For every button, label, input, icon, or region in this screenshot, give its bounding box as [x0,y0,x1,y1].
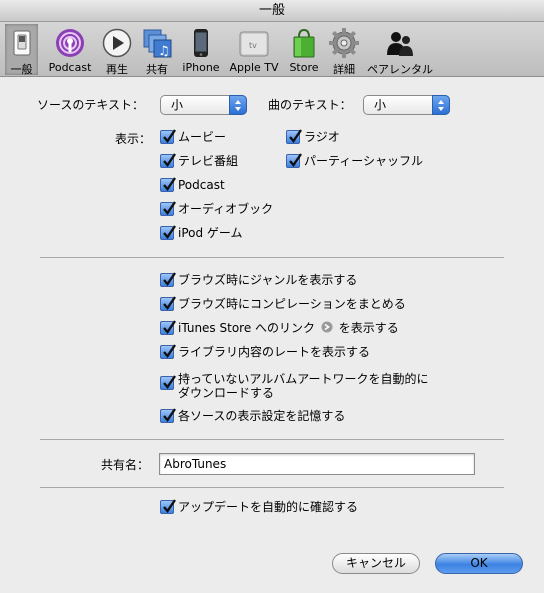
store-links-label: iTunes Store へのリンク を表示する [178,321,399,335]
show-radio-label: ラジオ [304,130,340,144]
separator [40,487,504,488]
auto-update-label: アップデートを自動的に確認する [178,500,359,514]
show-ipod-games-label: iPod ゲーム [178,226,243,240]
sharing-icon: ♫ [143,29,172,58]
browse-compilation-label: ブラウズ時にコンピレーションをまとめる [178,297,406,311]
toolbar-general[interactable]: 一般 [5,24,38,76]
auto-artwork-label-line2: ダウンロードする [178,386,275,400]
show-podcast-label: Podcast [178,178,225,192]
toolbar-advanced[interactable]: 詳細 [326,24,362,76]
toolbar-label: 一般 [10,63,33,76]
source-text-label: ソースのテキスト： [37,98,145,112]
toolbar-label: 詳細 [333,63,355,76]
store-links-suffix: を表示する [338,321,399,335]
shared-name-label: 共有名： [101,458,150,472]
toolbar-label: Store [289,61,319,74]
library-rating-checkbox[interactable] [160,344,176,359]
toolbar-label: Apple TV [229,61,279,74]
browse-genre-label: ブラウズ時にジャンルを表示する [178,273,358,287]
auto-artwork-label-line1: 持っていないアルバムアートワークを自動的に [178,372,429,386]
toolbar-label: 共有 [146,63,168,76]
toolbar-label: 再生 [106,63,128,76]
svg-text:tv: tv [249,41,257,50]
preferences-toolbar: 一般 Podcast 再生 ♫ 共有 iPhone tv Apple TV St… [0,22,544,77]
show-party-shuffle-checkbox[interactable] [286,153,302,168]
store-link-arrow-icon [321,321,333,333]
toolbar-label: ペアレンタル [367,63,433,76]
show-radio-checkbox[interactable] [286,129,302,144]
toolbar-parental[interactable]: ペアレンタル [364,24,436,76]
show-podcast-checkbox[interactable] [160,177,176,192]
browse-genre-checkbox[interactable] [160,272,176,287]
general-switch-icon [13,30,30,56]
source-text-size-popup[interactable]: 小 [160,95,247,115]
toolbar-sharing[interactable]: ♫ 共有 [138,24,176,76]
auto-update-checkbox[interactable] [160,499,176,514]
apple-tv-icon: tv [239,31,269,57]
playback-icon [102,28,132,58]
preferences-window: 一般 一般 Podcast 再生 ♫ 共有 iPhone tv Apple TV… [0,0,544,593]
toolbar-iphone[interactable]: iPhone [180,24,222,75]
show-movies-label: ムービー [178,130,227,144]
remember-view-label: 各ソースの表示設定を記憶する [178,409,346,423]
shared-name-field[interactable]: AbroTunes [159,453,475,475]
auto-artwork-checkbox[interactable] [160,375,176,390]
iphone-icon [194,29,208,57]
song-text-size-popup[interactable]: 小 [363,95,450,115]
ok-button[interactable]: OK [435,553,523,574]
store-links-checkbox[interactable] [160,320,176,335]
cancel-button[interactable]: キャンセル [332,553,420,574]
toolbar-apple-tv[interactable]: tv Apple TV [228,24,280,75]
toolbar-store[interactable]: Store [287,24,321,75]
show-ipod-games-checkbox[interactable] [160,225,176,240]
popup-value: 小 [374,98,387,112]
svg-text:♫: ♫ [158,44,170,58]
toolbar-playback[interactable]: 再生 [98,24,136,76]
advanced-gear-icon [329,28,359,58]
remember-view-checkbox[interactable] [160,408,176,423]
separator [40,439,504,440]
show-audiobooks-label: オーディオブック [178,202,274,216]
podcast-icon [56,29,84,57]
store-links-text: iTunes Store へのリンク [178,321,316,335]
show-audiobooks-checkbox[interactable] [160,201,176,216]
toolbar-label: Podcast [48,61,92,74]
toolbar-podcast[interactable]: Podcast [46,24,94,75]
window-title: 一般 [0,0,544,22]
library-rating-label: ライブラリ内容のレートを表示する [178,345,371,359]
song-text-label: 曲のテキスト： [268,98,352,112]
parental-icon [387,32,413,56]
toolbar-label: iPhone [182,61,220,74]
popup-arrows-icon [432,95,450,115]
popup-value: 小 [171,98,184,112]
store-bag-icon [293,28,315,58]
show-tv-shows-label: テレビ番組 [178,154,239,168]
separator [40,257,504,258]
show-tv-shows-checkbox[interactable] [160,153,176,168]
show-label: 表示： [115,132,152,146]
browse-compilation-checkbox[interactable] [160,296,176,311]
show-party-shuffle-label: パーティーシャッフル [304,154,424,168]
popup-arrows-icon [229,95,247,115]
show-movies-checkbox[interactable] [160,129,176,144]
